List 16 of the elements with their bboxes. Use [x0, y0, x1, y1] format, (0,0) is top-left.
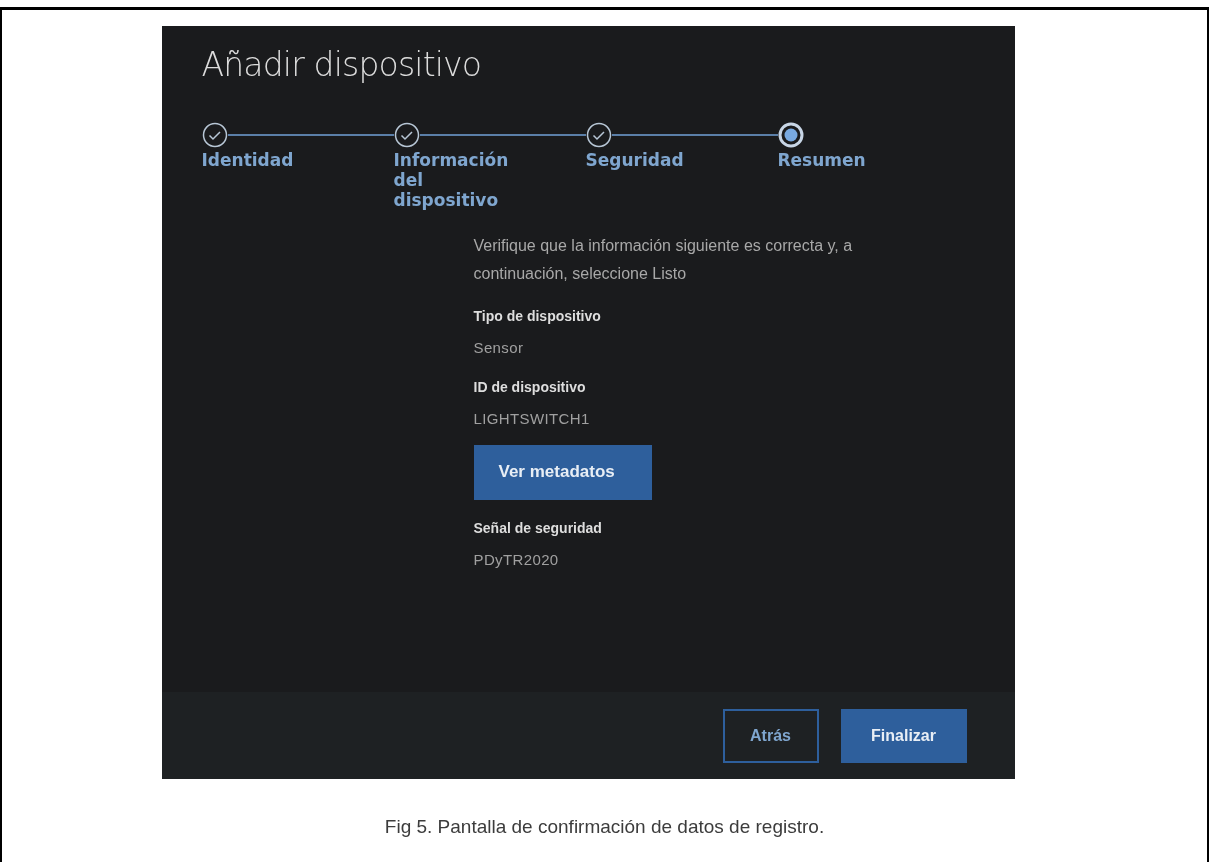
- field-label: Señal de seguridad: [473, 518, 603, 538]
- metadata-button[interactable]: Ver metadatos: [473, 444, 652, 500]
- back-button[interactable]: Atrás: [722, 708, 819, 763]
- field-value: Sensor: [473, 337, 525, 358]
- field-label: ID de dispositivo: [473, 378, 587, 397]
- field-value: PDyTR2020: [473, 549, 560, 570]
- field-value: LIGHTSWITCH1: [473, 409, 591, 429]
- step-label: Identidad: [201, 149, 295, 170]
- step-label: Resumen: [777, 149, 867, 170]
- dialog-title: Añadir dispositivo: [201, 44, 483, 86]
- figure-caption: Fig 5. Pantalla de confirmación de datos de registro.: [384, 815, 825, 839]
- finish-button[interactable]: Finalizar: [840, 708, 967, 763]
- field-label: Tipo de dispositivo: [473, 306, 602, 326]
- step-label: Información del dispositivo: [393, 149, 510, 210]
- step-label: Seguridad: [585, 149, 685, 170]
- instruction-text: Verifique que la información siguiente es correcta y, a continuación, seleccione Listo: [473, 235, 854, 284]
